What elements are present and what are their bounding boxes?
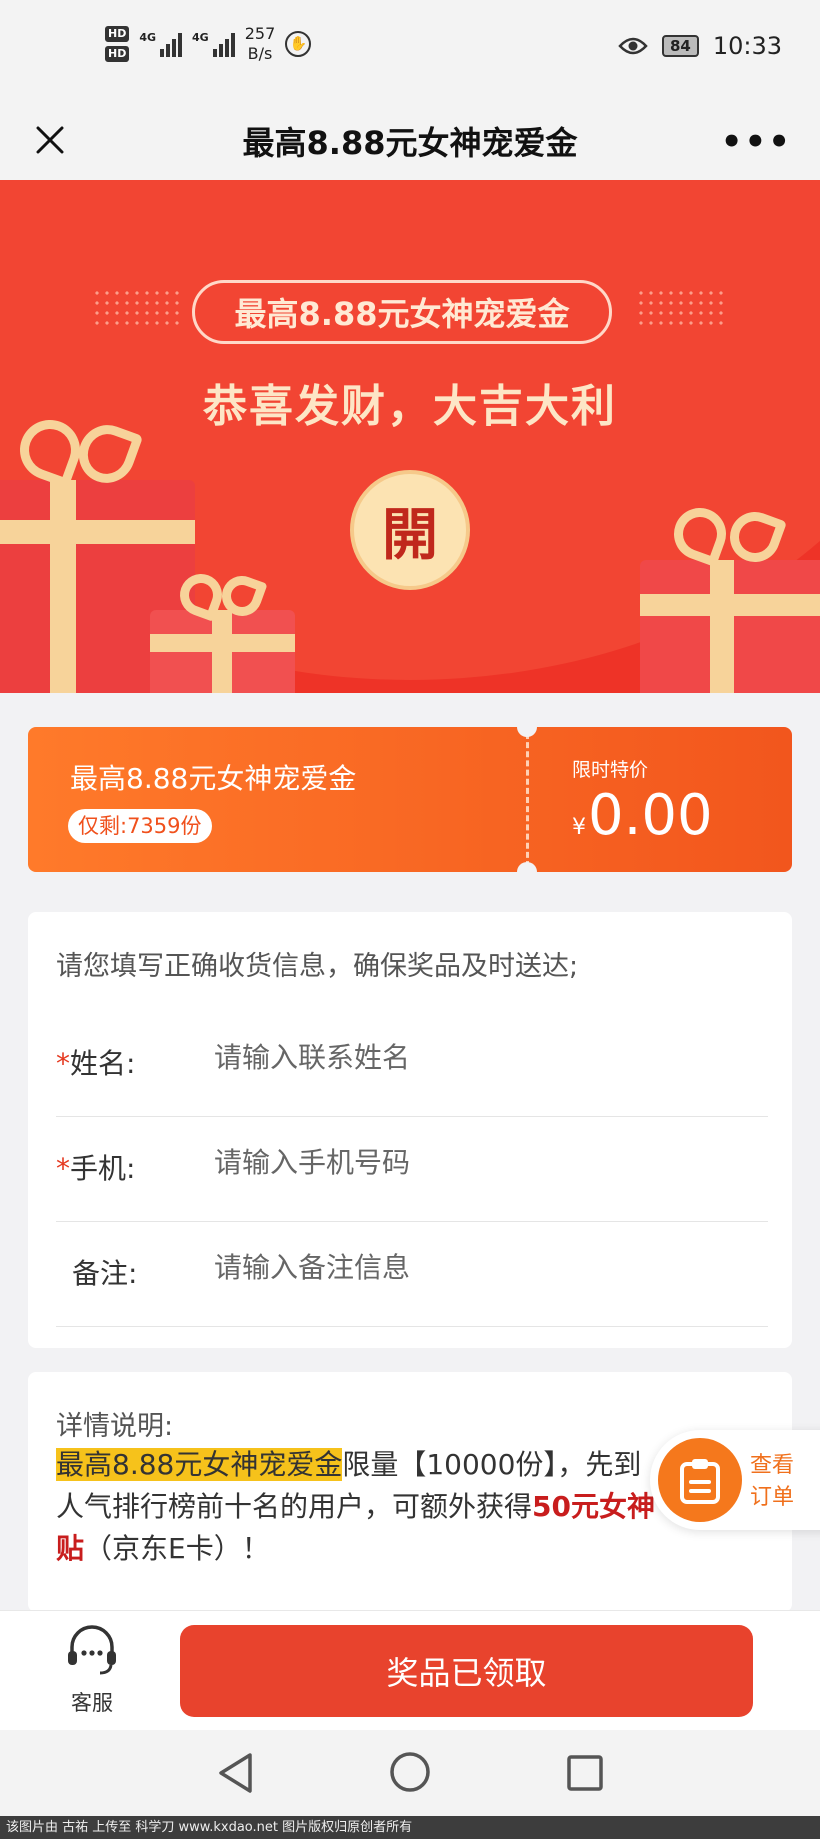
- recents-icon[interactable]: [566, 1754, 604, 1792]
- page-title: 最高8.88元女神宠爱金: [242, 124, 578, 162]
- required-mark: *: [56, 1152, 70, 1185]
- bonus-amount: 50元女神: [532, 1490, 655, 1523]
- speed-unit: B/s: [247, 44, 273, 63]
- name-label: *姓名:: [56, 1042, 135, 1082]
- prize-claimed-button[interactable]: 奖品已领取: [180, 1625, 753, 1717]
- name-label-text: 姓名:: [70, 1047, 136, 1080]
- nav-bar: 最高8.88元女神宠爱金 •••: [0, 100, 820, 180]
- status-right: 84 10:33: [618, 32, 782, 60]
- price-label: 限时特价: [572, 759, 649, 781]
- remaining-badge: 仅剩:7359份: [68, 809, 212, 843]
- details-text-a: 限量【10000份】，先到: [342, 1448, 642, 1481]
- headset-icon: [68, 1625, 116, 1675]
- coupon-divider: [526, 733, 529, 867]
- close-icon: [36, 126, 64, 154]
- note-field: 备注:: [56, 1222, 768, 1327]
- phone-field: *手机:: [56, 1117, 768, 1222]
- signal-label-1: 4G: [139, 31, 157, 44]
- network-speed: 257 B/s: [245, 24, 276, 64]
- coupon-card: 最高8.88元女神宠爱金 仅剩:7359份 限时特价 ¥ 0.00: [28, 727, 792, 872]
- coupon-price: ¥ 0.00: [572, 783, 713, 848]
- home-icon[interactable]: [389, 1751, 431, 1793]
- watermark-strip: 该图片由 古祐 上传至 科学刀 www.kxdao.net 图片版权归原创者所有: [0, 1816, 820, 1839]
- close-button[interactable]: [22, 112, 78, 168]
- bottom-action-bar: 客服 奖品已领取: [0, 1610, 820, 1730]
- eye-icon: [618, 37, 648, 55]
- divider: [56, 1326, 768, 1327]
- details-text-c: （京东E卡）！: [84, 1532, 270, 1565]
- back-icon[interactable]: [216, 1752, 256, 1794]
- phone-label-text: 手机:: [70, 1152, 136, 1185]
- required-mark: *: [56, 1047, 70, 1080]
- clipboard-icon: [658, 1438, 742, 1522]
- note-label: 备注:: [72, 1257, 138, 1290]
- status-bar: HD HD 4G 4G 257 B/s ✋ 84 10:33: [0, 0, 820, 100]
- hd-badge-2: HD: [105, 46, 130, 62]
- view-orders-label: 查看 订单: [750, 1450, 794, 1514]
- coupon-notch-top: [517, 727, 537, 737]
- speed-value: 257: [244, 24, 276, 43]
- phone-label: *手机:: [56, 1147, 135, 1187]
- details-title: 详情说明:: [56, 1411, 174, 1442]
- highlighted-prize-name: 最高8.88元女神宠爱金: [56, 1448, 343, 1481]
- name-field: *姓名:: [56, 1012, 768, 1117]
- customer-service-button[interactable]: 客服: [52, 1625, 132, 1717]
- hd-badge-1: HD: [105, 26, 130, 42]
- hd-indicators: HD HD: [105, 26, 130, 62]
- red-envelope-banner: 最高8.88元女神宠爱金 恭喜发财，大吉大利 開: [0, 180, 820, 693]
- view-orders-line1: 查看: [750, 1453, 795, 1478]
- form-intro: 请您填写正确收货信息，确保奖品及时送达;: [56, 951, 579, 982]
- hero-title-pill: 最高8.88元女神宠爱金: [192, 280, 612, 344]
- shipping-form: 请您填写正确收货信息，确保奖品及时送达; *姓名: *手机: 备注:: [28, 912, 792, 1348]
- decorative-dots-right: [636, 288, 726, 328]
- view-orders-line2: 订单: [750, 1485, 795, 1510]
- clock: 10:33: [712, 32, 782, 60]
- name-input[interactable]: [214, 1032, 734, 1082]
- signal-label-2: 4G: [192, 31, 209, 44]
- details-text-b: 人气排行榜前十名的用户，可额外获得: [56, 1490, 533, 1523]
- battery-icon: 84: [661, 35, 699, 57]
- coupon-notch-bottom: [517, 862, 537, 872]
- status-left: HD HD 4G 4G 257 B/s ✋: [105, 24, 312, 64]
- note-input[interactable]: [214, 1242, 734, 1292]
- customer-service-label: 客服: [71, 1691, 113, 1715]
- gift-box-small: [150, 568, 295, 693]
- signal-icon-2: 4G: [192, 31, 235, 57]
- bonus-suffix: 贴: [56, 1532, 85, 1565]
- gift-box-right: [640, 500, 820, 693]
- signal-icon-1: 4G: [139, 31, 183, 57]
- more-menu-button[interactable]: •••: [721, 122, 792, 162]
- hero-slogan: 恭喜发财，大吉大利: [203, 381, 617, 432]
- open-envelope-button[interactable]: 開: [350, 470, 470, 590]
- system-navigation-bar: [0, 1730, 820, 1816]
- phone-input[interactable]: [214, 1137, 734, 1187]
- hand-icon: ✋: [285, 31, 312, 57]
- coupon-title: 最高8.88元女神宠爱金: [70, 762, 357, 795]
- currency-symbol: ¥: [572, 815, 586, 840]
- view-orders-button[interactable]: 查看 订单: [650, 1430, 820, 1530]
- price-amount: 0.00: [588, 783, 713, 848]
- decorative-dots-left: [92, 288, 182, 328]
